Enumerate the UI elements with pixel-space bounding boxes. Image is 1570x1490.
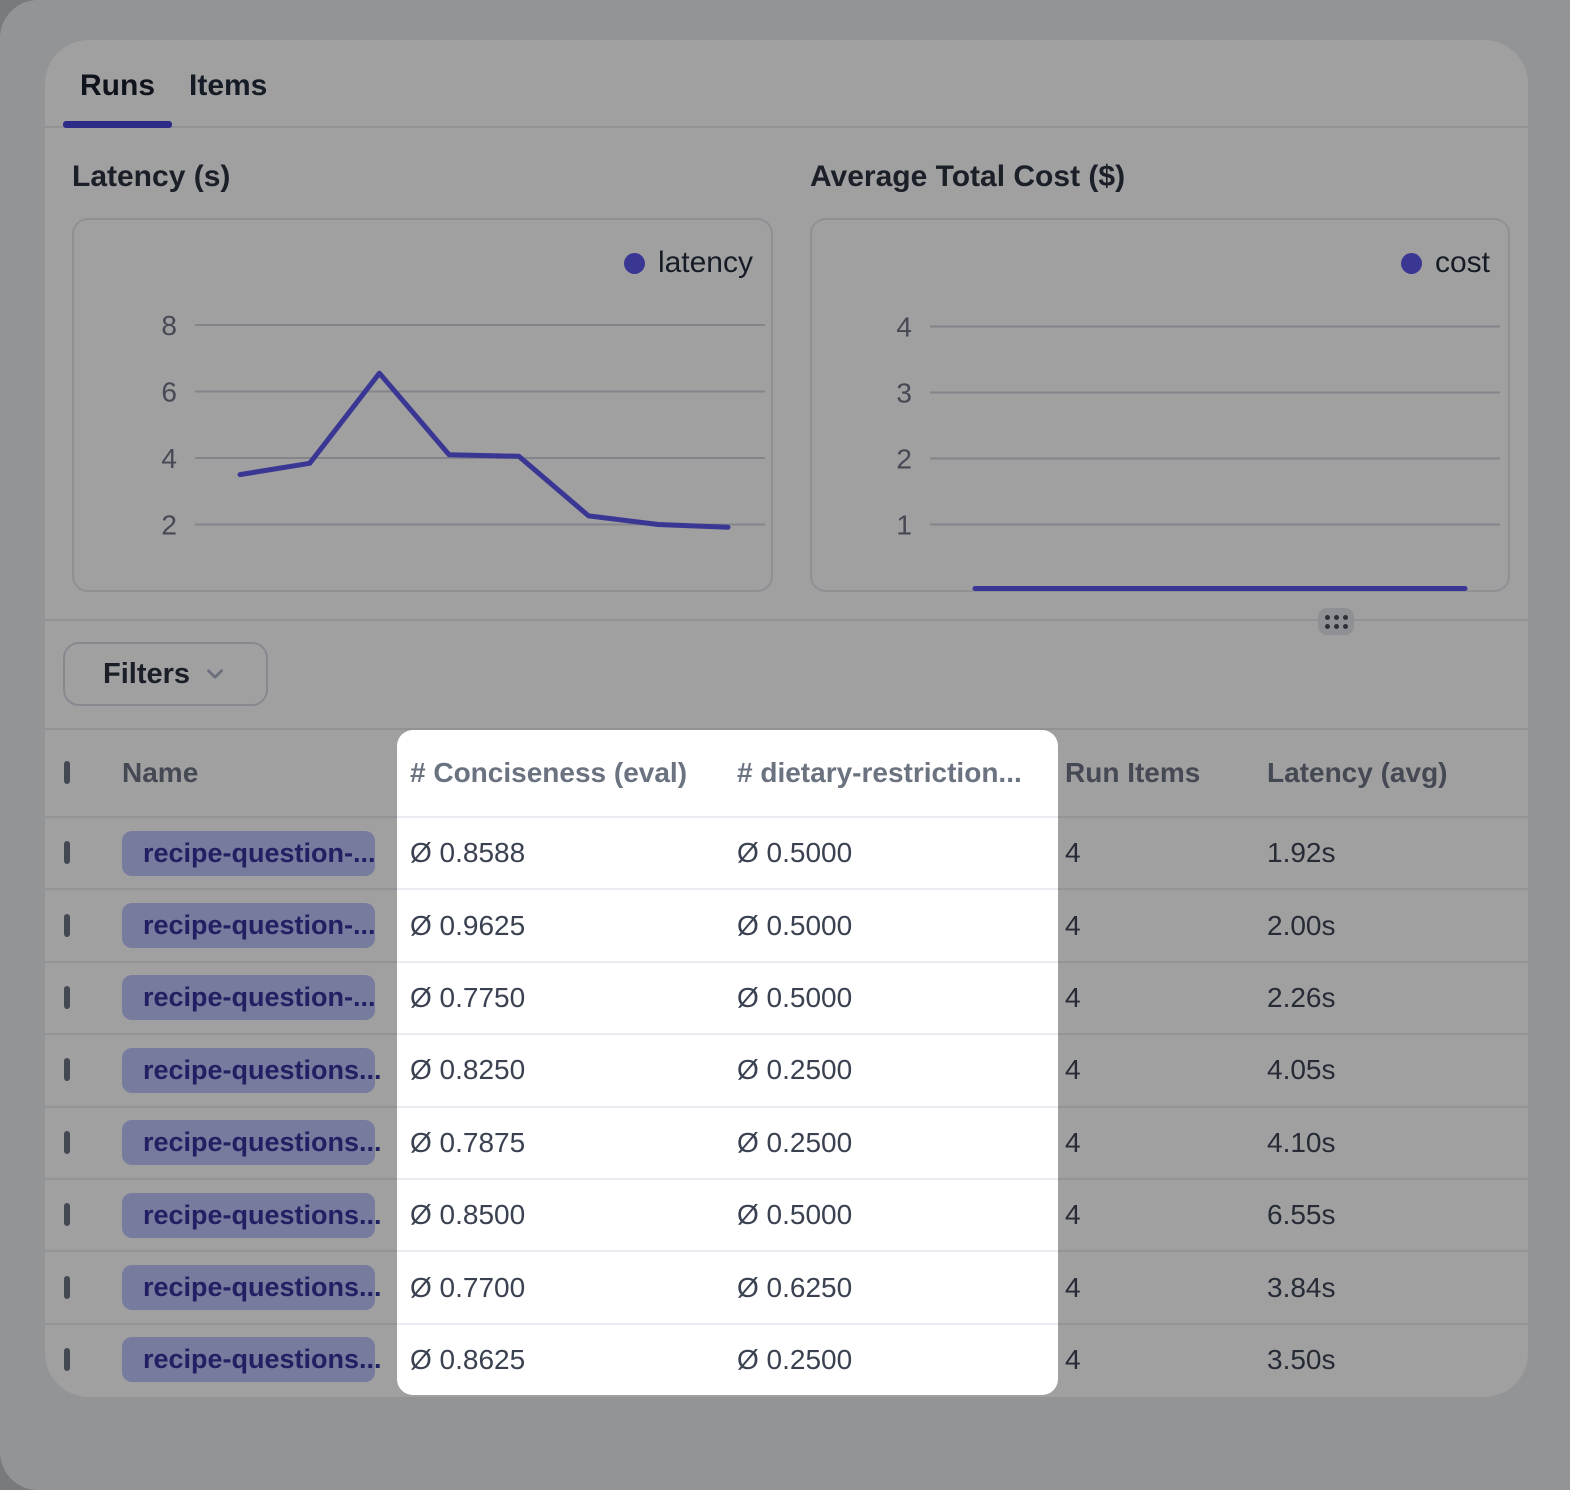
cost-legend-dot-icon (1401, 253, 1422, 274)
conciseness-value: Ø 0.7875 (410, 1127, 737, 1159)
latency-avg-value: 2.00s (1267, 910, 1528, 942)
run-name-badge[interactable]: recipe-questions... (122, 1120, 375, 1165)
latency-legend: latency (624, 246, 753, 280)
cost-legend-label: cost (1435, 246, 1490, 280)
run-name-badge[interactable]: recipe-questions... (122, 1337, 375, 1382)
dietary-restriction-value: Ø 0.2500 (737, 1344, 1065, 1376)
app-background: Runs Items Latency (s) Average Total Cos… (0, 0, 1570, 1490)
svg-text:2: 2 (896, 444, 912, 475)
dietary-restriction-value: Ø 0.2500 (737, 1127, 1065, 1159)
run-name-badge[interactable]: recipe-questions... (122, 1048, 375, 1093)
latency-legend-label: latency (658, 246, 753, 280)
table-row[interactable]: recipe-questions... Ø 0.7875 Ø 0.2500 4 … (45, 1106, 1528, 1178)
conciseness-value: Ø 0.8250 (410, 1054, 737, 1086)
tab-runs-label: Runs (80, 69, 155, 103)
latency-avg-value: 4.10s (1267, 1127, 1528, 1159)
column-header-latency-avg[interactable]: Latency (avg) (1267, 757, 1528, 789)
svg-text:4: 4 (896, 312, 912, 343)
run-items-value: 4 (1065, 1127, 1267, 1159)
dietary-restriction-value: Ø 0.5000 (737, 837, 1065, 869)
run-items-value: 4 (1065, 1199, 1267, 1231)
cost-chart-title: Average Total Cost ($) (810, 160, 1125, 194)
table-row[interactable]: recipe-question-... Ø 0.7750 Ø 0.5000 4 … (45, 961, 1528, 1033)
cost-chart: 1 2 3 4 cost (810, 218, 1510, 592)
latency-chart-title: Latency (s) (72, 160, 230, 194)
tab-bar: Runs Items (45, 40, 1528, 128)
latency-avg-value: 3.84s (1267, 1272, 1528, 1304)
svg-text:2: 2 (161, 510, 177, 541)
dataset-panel: Runs Items Latency (s) Average Total Cos… (45, 40, 1528, 1397)
conciseness-value: Ø 0.8588 (410, 837, 737, 869)
charts-section: Latency (s) Average Total Cost ($) 2 4 6 8 … (45, 128, 1528, 621)
svg-text:8: 8 (161, 310, 177, 341)
dietary-restriction-value: Ø 0.5000 (737, 910, 1065, 942)
table-row[interactable]: recipe-questions... Ø 0.8625 Ø 0.2500 4 … (45, 1323, 1528, 1395)
row-checkbox[interactable] (64, 914, 70, 937)
latency-avg-value: 2.26s (1267, 982, 1528, 1014)
cost-legend: cost (1401, 246, 1490, 280)
panel-resize-handle-icon[interactable] (1318, 608, 1354, 635)
conciseness-value: Ø 0.7700 (410, 1272, 737, 1304)
conciseness-value: Ø 0.8500 (410, 1199, 737, 1231)
run-name-badge[interactable]: recipe-questions... (122, 1193, 375, 1238)
column-header-dietary-restriction[interactable]: # dietary-restriction... (737, 757, 1065, 789)
row-checkbox[interactable] (64, 986, 70, 1009)
conciseness-value: Ø 0.7750 (410, 982, 737, 1014)
run-items-value: 4 (1065, 1344, 1267, 1376)
run-name-badge[interactable]: recipe-questions... (122, 1265, 375, 1310)
svg-text:1: 1 (896, 510, 912, 541)
table-body: recipe-question-... Ø 0.8588 Ø 0.5000 4 … (45, 816, 1528, 1395)
dietary-restriction-value: Ø 0.5000 (737, 1199, 1065, 1231)
run-items-value: 4 (1065, 1272, 1267, 1304)
dietary-restriction-value: Ø 0.6250 (737, 1272, 1065, 1304)
latency-avg-value: 4.05s (1267, 1054, 1528, 1086)
table-row[interactable]: recipe-question-... Ø 0.8588 Ø 0.5000 4 … (45, 816, 1528, 888)
run-name-badge[interactable]: recipe-question-... (122, 975, 375, 1020)
filters-button-label: Filters (103, 658, 190, 691)
svg-text:3: 3 (896, 378, 912, 409)
column-header-name[interactable]: Name (122, 757, 410, 789)
run-items-value: 4 (1065, 910, 1267, 942)
filters-button[interactable]: Filters (63, 642, 268, 706)
svg-text:6: 6 (161, 377, 177, 408)
latency-legend-dot-icon (624, 253, 645, 274)
table-row[interactable]: recipe-question-... Ø 0.9625 Ø 0.5000 4 … (45, 888, 1528, 960)
run-items-value: 4 (1065, 982, 1267, 1014)
row-checkbox[interactable] (64, 1203, 70, 1226)
latency-avg-value: 6.55s (1267, 1199, 1528, 1231)
latency-avg-value: 3.50s (1267, 1344, 1528, 1376)
svg-text:4: 4 (161, 443, 177, 474)
table-row[interactable]: recipe-questions... Ø 0.8250 Ø 0.2500 4 … (45, 1033, 1528, 1105)
table-row[interactable]: recipe-questions... Ø 0.7700 Ø 0.6250 4 … (45, 1250, 1528, 1322)
tab-items[interactable]: Items (172, 46, 284, 126)
row-checkbox[interactable] (64, 1348, 70, 1371)
run-name-badge[interactable]: recipe-question-... (122, 903, 375, 948)
run-name-badge[interactable]: recipe-question-... (122, 831, 375, 876)
dietary-restriction-value: Ø 0.5000 (737, 982, 1065, 1014)
runs-table: Name # Conciseness (eval) # dietary-rest… (45, 728, 1528, 1395)
filters-bar: Filters (45, 621, 1528, 728)
row-checkbox[interactable] (64, 1058, 70, 1081)
column-header-conciseness[interactable]: # Conciseness (eval) (410, 757, 737, 789)
row-checkbox[interactable] (64, 1131, 70, 1154)
select-all-checkbox[interactable] (64, 761, 70, 784)
latency-chart: 2 4 6 8 latency (72, 218, 773, 592)
conciseness-value: Ø 0.9625 (410, 910, 737, 942)
tab-runs[interactable]: Runs (63, 46, 172, 126)
dietary-restriction-value: Ø 0.2500 (737, 1054, 1065, 1086)
run-items-value: 4 (1065, 837, 1267, 869)
tab-items-label: Items (189, 69, 267, 103)
row-checkbox[interactable] (64, 841, 70, 864)
conciseness-value: Ø 0.8625 (410, 1344, 737, 1376)
run-items-value: 4 (1065, 1054, 1267, 1086)
latency-avg-value: 1.92s (1267, 837, 1528, 869)
chevron-down-icon (202, 661, 228, 687)
active-tab-underline (63, 121, 172, 128)
table-header-row: Name # Conciseness (eval) # dietary-rest… (45, 730, 1528, 816)
column-header-run-items[interactable]: Run Items (1065, 757, 1267, 789)
row-checkbox[interactable] (64, 1276, 70, 1299)
table-row[interactable]: recipe-questions... Ø 0.8500 Ø 0.5000 4 … (45, 1178, 1528, 1250)
